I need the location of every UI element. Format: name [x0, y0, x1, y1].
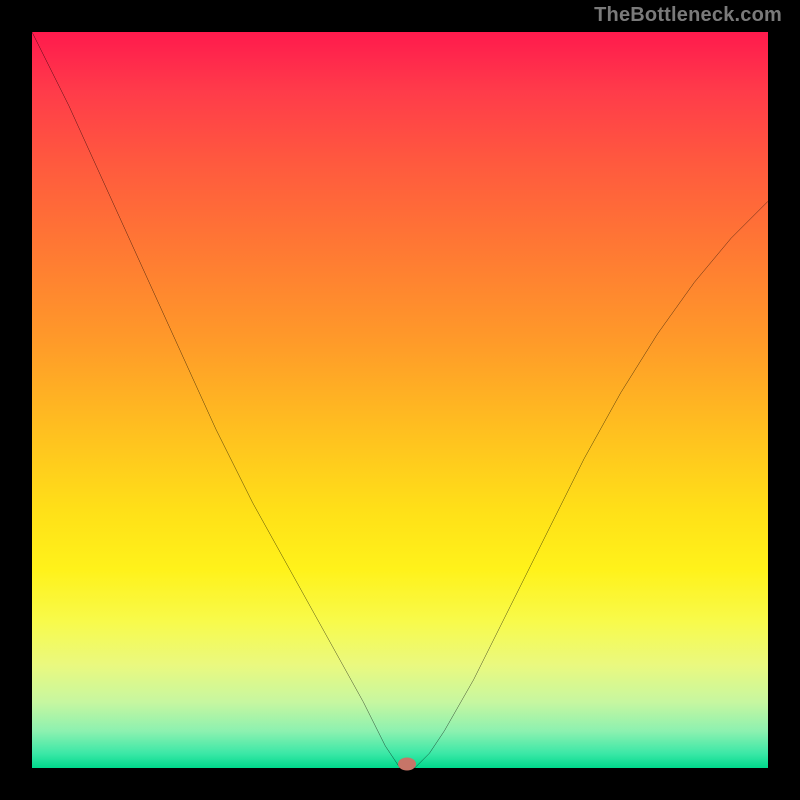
- bottleneck-curve: [32, 32, 768, 768]
- plot-area: [32, 32, 768, 768]
- optimal-point-marker: [398, 758, 416, 771]
- watermark-label: TheBottleneck.com: [594, 4, 782, 27]
- chart-frame: TheBottleneck.com: [0, 0, 800, 800]
